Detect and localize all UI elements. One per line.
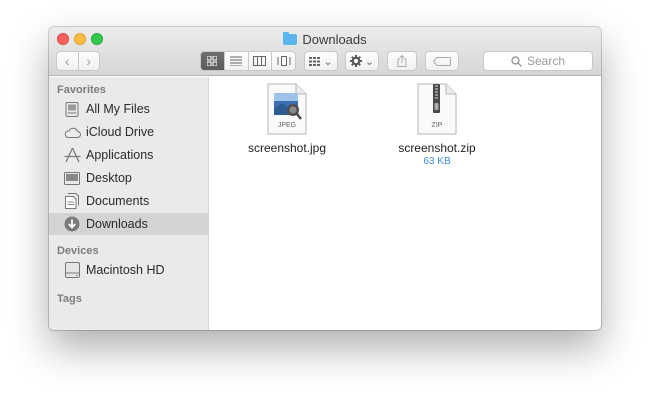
desktop-icon: [63, 169, 81, 187]
search-icon: [511, 55, 522, 67]
hard-drive-icon: [63, 261, 81, 279]
icon-view-icon: [207, 56, 218, 66]
sidebar-item-desktop[interactable]: Desktop: [49, 167, 209, 189]
all-files-icon: [63, 100, 81, 118]
column-view-icon: [253, 56, 267, 66]
finder-window: Downloads ‹ › ⌄ ⌄ Search Favorites All M…: [49, 27, 601, 330]
edit-tags-button[interactable]: [425, 51, 459, 71]
sidebar-item-label: Documents: [86, 194, 150, 208]
icon-view-button[interactable]: [201, 52, 224, 70]
file-name: screenshot.jpg: [247, 141, 327, 155]
sidebar-item-all-my-files[interactable]: All My Files: [49, 98, 209, 120]
share-button[interactable]: [387, 51, 417, 71]
window-title: Downloads: [49, 31, 601, 47]
sidebar-item-icloud-drive[interactable]: iCloud Drive: [49, 121, 209, 143]
image-file-icon: JPEG: [267, 83, 307, 135]
cover-flow-view-button[interactable]: [271, 52, 295, 70]
navigation-buttons: ‹ ›: [56, 51, 100, 71]
file-size: 63 KB: [423, 156, 451, 167]
file-type-badge: JPEG: [277, 122, 297, 129]
back-button[interactable]: ‹: [57, 52, 78, 70]
search-placeholder: Search: [526, 54, 566, 68]
list-view-button[interactable]: [223, 52, 248, 70]
file-item-jpg[interactable]: JPEG screenshot.jpg: [237, 83, 337, 155]
cover-flow-icon: [277, 56, 291, 66]
action-button[interactable]: ⌄: [345, 51, 379, 71]
documents-icon: [63, 192, 81, 210]
file-browser-area: JPEG screenshot.jpg ZIP screenshot.zip 6…: [210, 77, 601, 330]
folder-icon: [283, 31, 298, 45]
tags-section-title: Tags: [57, 293, 82, 305]
cloud-icon: [63, 123, 81, 141]
devices-section-title: Devices: [57, 245, 99, 257]
favorites-section-title: Favorites: [57, 84, 106, 96]
arrange-grid-icon: [309, 56, 321, 66]
sidebar-item-documents[interactable]: Documents: [49, 190, 209, 212]
sidebar-item-label: iCloud Drive: [86, 125, 155, 139]
search-field[interactable]: Search: [483, 51, 593, 71]
arrange-button[interactable]: ⌄: [304, 51, 338, 71]
sidebar-item-label: Applications: [86, 148, 154, 162]
title-bar: Downloads ‹ › ⌄ ⌄ Search: [49, 27, 601, 76]
column-view-button[interactable]: [247, 52, 272, 70]
file-item-zip[interactable]: ZIP screenshot.zip 63 KB: [387, 83, 487, 167]
sidebar-item-label: All My Files: [86, 102, 150, 116]
sidebar-item-downloads[interactable]: Downloads: [49, 213, 209, 235]
chevron-down-icon: ⌄: [364, 55, 375, 68]
sidebar-item-label: Desktop: [86, 171, 132, 185]
sidebar-item-applications[interactable]: Applications: [49, 144, 209, 166]
sidebar-item-macintosh-hd[interactable]: Macintosh HD: [49, 259, 209, 281]
share-icon: [397, 55, 407, 67]
file-name: screenshot.zip: [398, 141, 476, 155]
gear-icon: [349, 55, 362, 67]
window-title-text: Downloads: [302, 31, 367, 47]
view-mode-switcher: [200, 51, 296, 71]
downloads-icon: [63, 215, 81, 233]
zip-archive-icon: ZIP: [417, 83, 457, 135]
sidebar: Favorites All My Files iCloud Drive Appl…: [49, 77, 209, 330]
chevron-down-icon: ⌄: [323, 55, 333, 68]
file-type-badge: ZIP: [431, 122, 443, 129]
tag-icon: [433, 56, 451, 66]
forward-button[interactable]: ›: [77, 52, 100, 70]
applications-icon: [63, 146, 81, 164]
sidebar-item-label: Downloads: [86, 217, 148, 231]
sidebar-item-label: Macintosh HD: [86, 263, 165, 277]
list-view-icon: [230, 56, 243, 66]
